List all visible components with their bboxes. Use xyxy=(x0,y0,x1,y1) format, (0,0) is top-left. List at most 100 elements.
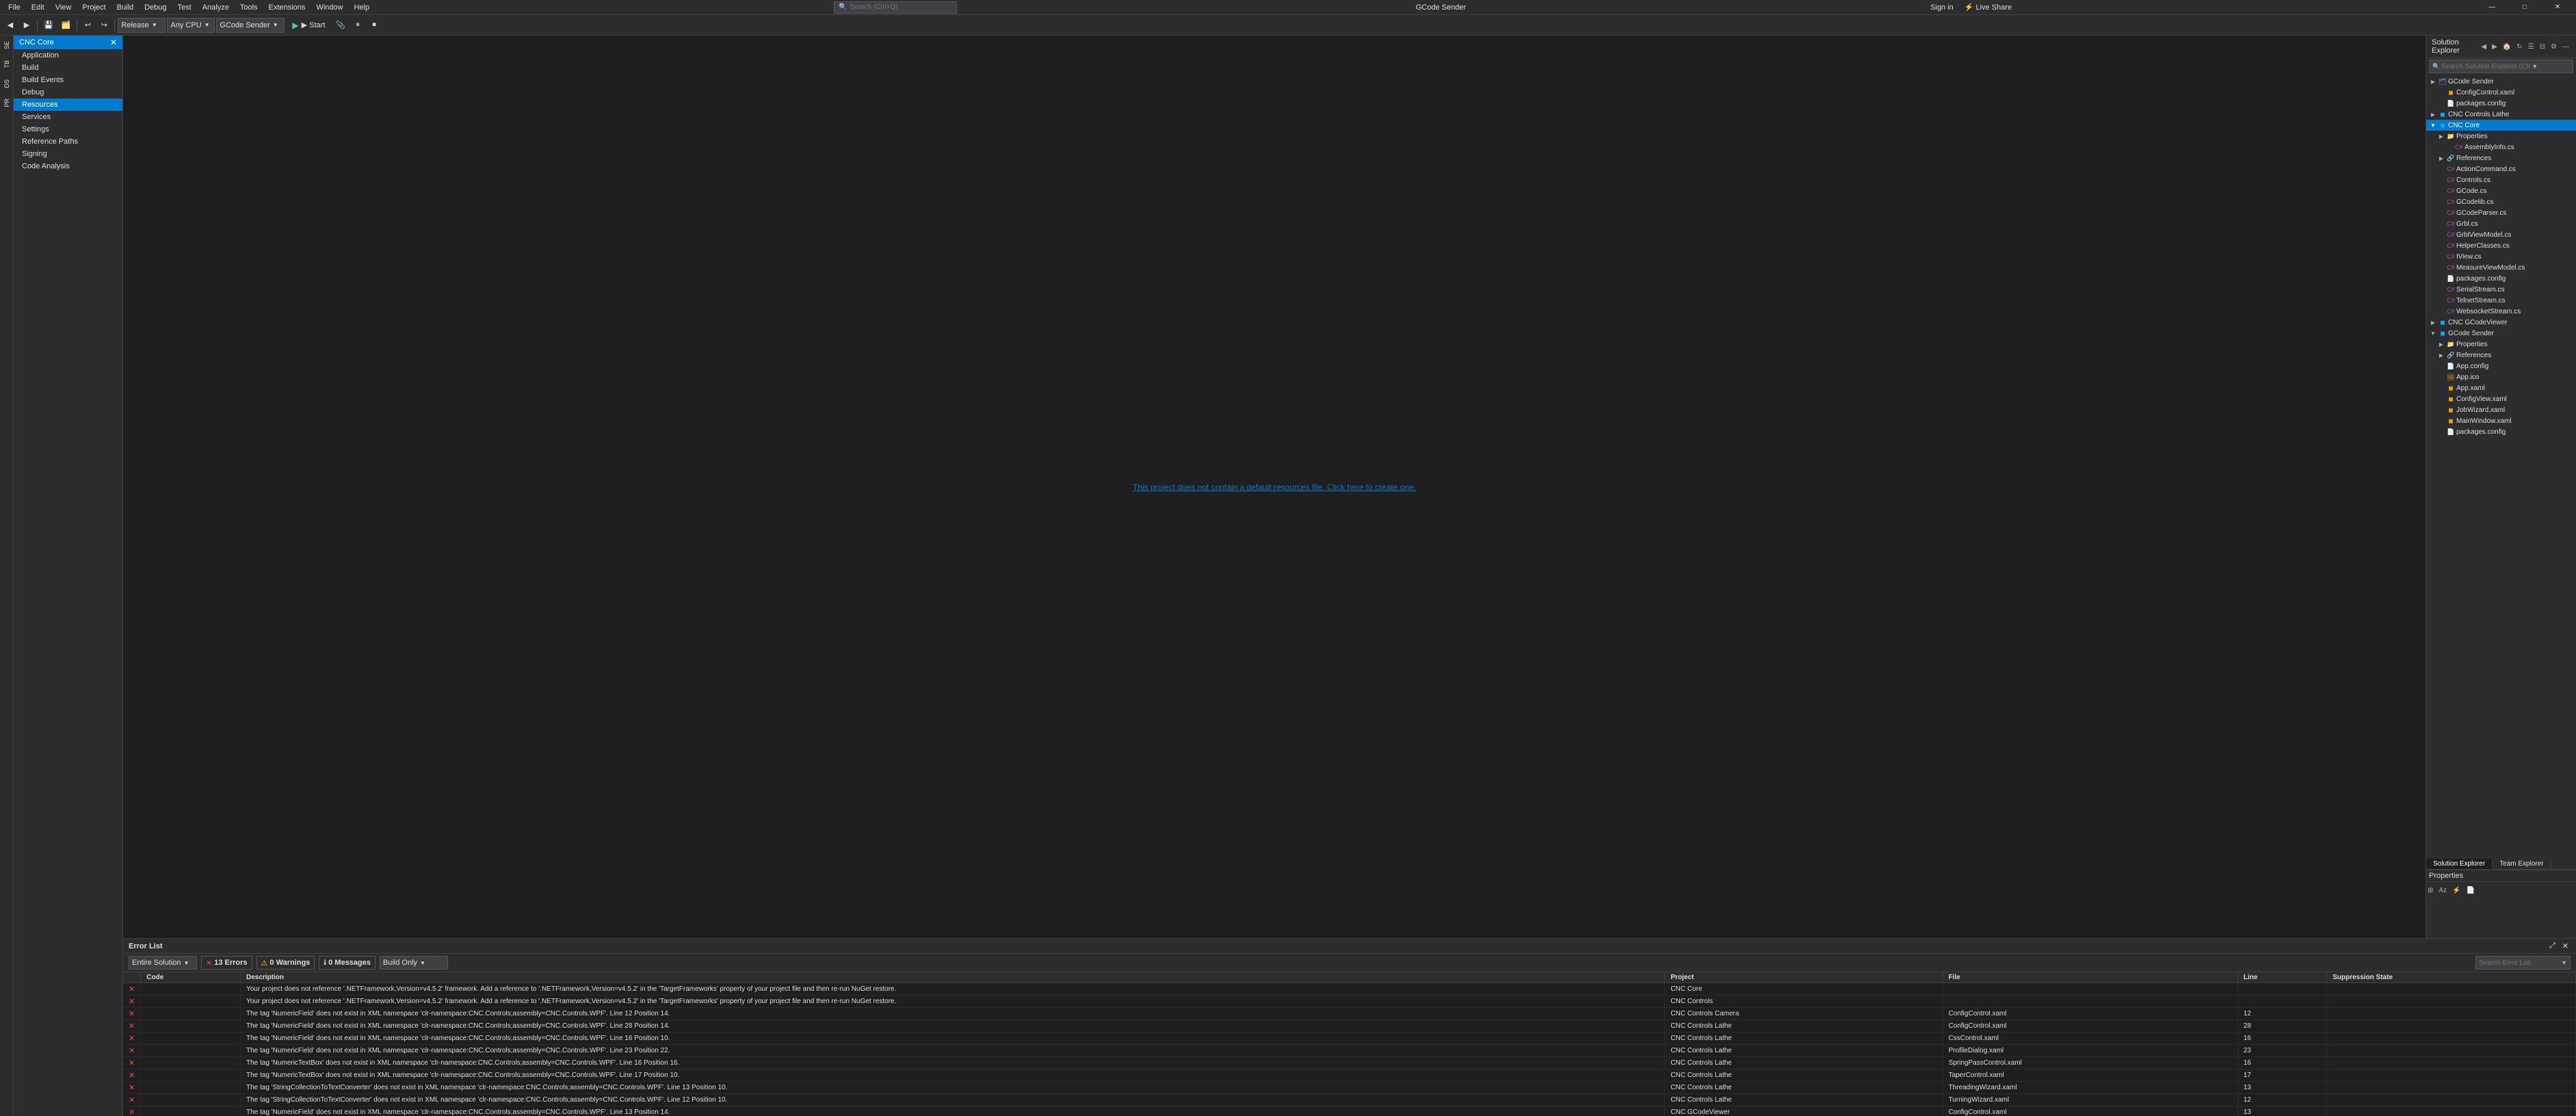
menu-item-file[interactable]: File xyxy=(3,2,26,13)
back-button[interactable]: ◀ xyxy=(3,18,18,33)
table-row[interactable]: ✕ The tag 'StringCollectionToTextConvert… xyxy=(123,1094,2576,1106)
table-row[interactable]: ✕ The tag 'NumericField' does not exist … xyxy=(123,1020,2576,1033)
nav-item-build[interactable]: Build xyxy=(14,62,122,74)
nav-item-code-analysis[interactable]: Code Analysis xyxy=(14,160,122,172)
tree-item-gcode[interactable]: C# GCode.cs xyxy=(2426,185,2576,196)
menu-item-help[interactable]: Help xyxy=(348,2,375,13)
solution-search-box[interactable]: 🔍 ▼ xyxy=(2429,60,2573,73)
search-box-menu[interactable]: 🔍 xyxy=(834,1,957,14)
table-row[interactable]: ✕ The tag 'NumericField' does not exist … xyxy=(123,1008,2576,1020)
error-search-box[interactable]: ▼ xyxy=(2475,956,2571,970)
nav-item-debug[interactable]: Debug xyxy=(14,86,122,99)
tree-item-iview[interactable]: C# IView.cs xyxy=(2426,251,2576,262)
build-filter-dropdown[interactable]: Build Only ▼ xyxy=(380,956,448,970)
menu-item-edit[interactable]: Edit xyxy=(26,2,50,13)
minimize-button[interactable]: — xyxy=(2476,0,2508,15)
col-header-description[interactable]: Description xyxy=(240,972,1664,983)
tree-item-packages1[interactable]: 📄 packages.config xyxy=(2426,98,2576,109)
col-header-type[interactable] xyxy=(123,972,141,983)
tree-item-measureviewmodel[interactable]: C# MeasureViewModel.cs xyxy=(2426,262,2576,273)
solution-back-btn[interactable]: ◀ xyxy=(2480,42,2488,51)
left-panel-close-btn[interactable]: ✕ xyxy=(110,38,117,47)
tree-item-gcode-sender[interactable]: ▼ ◼ GCode Sender xyxy=(2426,328,2576,339)
nav-item-application[interactable]: Application xyxy=(14,49,122,62)
messages-badge[interactable]: ℹ 0 Messages xyxy=(319,956,376,970)
tree-item-properties-sender[interactable]: ▶ 📁 Properties xyxy=(2426,339,2576,350)
table-row[interactable]: ✕ Your project does not reference '.NETF… xyxy=(123,983,2576,996)
tree-item-references[interactable]: ▶ 🔗 References xyxy=(2426,153,2576,164)
solution-filter-btn[interactable]: ☰ xyxy=(2527,42,2536,51)
attach-button[interactable]: 📎 xyxy=(332,18,349,33)
scope-dropdown[interactable]: Entire Solution ▼ xyxy=(129,956,197,970)
error-search-btn[interactable]: ▼ xyxy=(2561,959,2567,966)
props-categorized-btn[interactable]: ⊞ xyxy=(2426,886,2434,895)
tree-item-cnc-gcodeviewer[interactable]: ▶ ◼ CNC GCodeViewer xyxy=(2426,317,2576,328)
col-header-suppression[interactable]: Suppression State xyxy=(2327,972,2576,983)
nav-item-signing[interactable]: Signing xyxy=(14,148,122,160)
tree-item-assemblyinfo[interactable]: C# AssemblyInfo.cs xyxy=(2426,142,2576,153)
menu-item-tools[interactable]: Tools xyxy=(235,2,263,13)
stop-button[interactable]: ⏹ xyxy=(367,18,382,33)
solution-collapse-btn[interactable]: ⊟ xyxy=(2538,42,2547,51)
sidebar-icon-solution[interactable]: SE xyxy=(2,38,12,52)
nav-item-resources[interactable]: Resources xyxy=(14,99,122,111)
props-alphabetical-btn[interactable]: Az xyxy=(2437,886,2448,895)
solution-search-btn[interactable]: ▼ xyxy=(2532,63,2538,70)
maximize-button[interactable]: □ xyxy=(2509,0,2540,15)
menu-item-window[interactable]: Window xyxy=(311,2,348,13)
solution-close-btn[interactable]: — xyxy=(2561,42,2571,51)
solution-properties-btn[interactable]: ⚙ xyxy=(2549,42,2558,51)
nav-item-build-events[interactable]: Build Events xyxy=(14,74,122,86)
menu-item-extensions[interactable]: Extensions xyxy=(263,2,311,13)
save-button[interactable]: 💾 xyxy=(40,18,57,33)
tree-item-gcodelib[interactable]: C# GCodelib.cs xyxy=(2426,196,2576,207)
tree-item-appconfig[interactable]: 📄 App.config xyxy=(2426,361,2576,372)
col-header-project[interactable]: Project xyxy=(1665,972,1943,983)
table-row[interactable]: ✕ The tag 'NumericTextBox' does not exis… xyxy=(123,1069,2576,1082)
tree-item-solution[interactable]: ▶ 🗂 GCode Sender xyxy=(2426,76,2576,87)
col-header-file[interactable]: File xyxy=(1943,972,2237,983)
tree-item-controls[interactable]: C# Controls.cs xyxy=(2426,174,2576,185)
forward-button[interactable]: ▶ xyxy=(19,18,34,33)
platform-dropdown[interactable]: Any CPU ▼ xyxy=(167,18,215,33)
nav-item-reference-paths[interactable]: Reference Paths xyxy=(14,135,122,148)
undo-button[interactable]: ↩ xyxy=(80,18,95,33)
pause-button[interactable]: ⏸ xyxy=(350,18,365,33)
menu-item-project[interactable]: Project xyxy=(77,2,111,13)
menu-item-view[interactable]: View xyxy=(50,2,77,13)
tree-item-packages3[interactable]: 📄 packages.config xyxy=(2426,426,2576,437)
live-share-button[interactable]: ⚡ Live Share xyxy=(1959,1,2017,13)
no-resources-message[interactable]: This project does not contain a default … xyxy=(1133,482,1416,492)
col-header-code[interactable]: Code xyxy=(141,972,241,983)
search-input-menu[interactable] xyxy=(850,3,938,11)
error-panel-float-btn[interactable]: ⤢ xyxy=(2547,941,2558,951)
tree-item-serialstream[interactable]: C# SerialStream.cs xyxy=(2426,284,2576,295)
sidebar-icon-datasources[interactable]: DS xyxy=(2,77,12,91)
solution-forward-btn[interactable]: ▶ xyxy=(2490,42,2499,51)
tree-item-websocketstream[interactable]: C# WebsocketStream.cs xyxy=(2426,306,2576,317)
props-events-btn[interactable]: ⚡ xyxy=(2451,886,2462,895)
solution-refresh-btn[interactable]: ↻ xyxy=(2515,42,2523,51)
tree-item-gcodeparser[interactable]: C# GCodeParser.cs xyxy=(2426,207,2576,218)
error-search-input[interactable] xyxy=(2479,959,2561,967)
table-row[interactable]: ✕ The tag 'NumericField' does not exist … xyxy=(123,1045,2576,1057)
save-all-button[interactable]: 🗂️ xyxy=(58,18,75,33)
table-row[interactable]: ✕ The tag 'NumericField' does not exist … xyxy=(123,1106,2576,1116)
tree-item-telnetstream[interactable]: C# TelnetStream.cs xyxy=(2426,295,2576,306)
solution-search-input[interactable] xyxy=(2441,63,2530,70)
menu-item-debug[interactable]: Debug xyxy=(139,2,172,13)
tree-item-grblviewmodel[interactable]: C# GrblViewModel.cs xyxy=(2426,229,2576,240)
table-row[interactable]: ✕ The tag 'NumericField' does not exist … xyxy=(123,1033,2576,1045)
props-pages-btn[interactable]: 📄 xyxy=(2465,886,2476,895)
menu-item-analyze[interactable]: Analyze xyxy=(197,2,235,13)
tree-item-configcontrol[interactable]: ◼ ConfigControl.xaml xyxy=(2426,87,2576,98)
signin-button[interactable]: Sign in xyxy=(1925,2,1959,13)
menu-item-test[interactable]: Test xyxy=(172,2,197,13)
tree-item-helperclasses[interactable]: C# HelperClasses.cs xyxy=(2426,240,2576,251)
redo-button[interactable]: ↪ xyxy=(96,18,111,33)
tree-item-cnc-controls-lathe[interactable]: ▶ ◼ CNC Controls Lathe xyxy=(2426,109,2576,120)
col-header-line[interactable]: Line xyxy=(2237,972,2326,983)
solution-home-btn[interactable]: 🏠 xyxy=(2501,42,2512,51)
tree-item-references-sender[interactable]: ▶ 🔗 References xyxy=(2426,350,2576,361)
table-row[interactable]: ✕ The tag 'StringCollectionToTextConvert… xyxy=(123,1082,2576,1094)
